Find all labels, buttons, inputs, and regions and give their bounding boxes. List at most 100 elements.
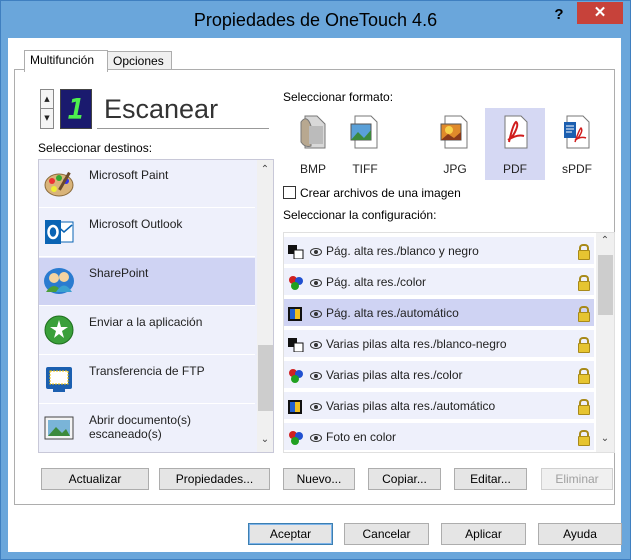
scroll-up-icon[interactable]: ⌃ — [597, 235, 613, 246]
format-jpg[interactable]: JPG — [425, 108, 485, 180]
cancel-button[interactable]: Cancelar — [344, 523, 429, 545]
tab-opciones[interactable]: Opciones — [107, 51, 172, 71]
list-item[interactable]: Transferencia de FTP — [39, 356, 255, 404]
action-name: Escanear — [104, 94, 219, 124]
list-item[interactable]: Varias pilas alta res./blanco-negro — [284, 330, 594, 359]
list-item[interactable]: Foto en color — [284, 423, 594, 452]
jpg-icon — [440, 115, 468, 149]
destination-label: Enviar a la aplicación — [89, 315, 203, 329]
destination-label: Abrir documento(s) escaneado(s) — [89, 413, 192, 441]
title-bar[interactable]: Propiedades de OneTouch 4.6 ? ✕ — [1, 1, 630, 39]
lock-icon — [578, 244, 590, 260]
help-button[interactable]: Ayuda — [538, 523, 622, 545]
ok-button[interactable]: Aceptar — [248, 523, 333, 545]
list-item[interactable]: Varias pilas alta res./color — [284, 361, 594, 390]
scroll-down-icon[interactable]: ⌄ — [257, 434, 273, 445]
list-item[interactable]: Enviar a la aplicación — [39, 307, 255, 355]
format-label-text: BMP — [299, 162, 326, 176]
sharepoint-icon — [44, 268, 74, 294]
open-document-icon — [44, 416, 74, 440]
bmp-icon — [300, 115, 326, 149]
preview-eye-icon[interactable] — [310, 248, 322, 256]
configuration-label-text: Varias pilas alta res./color — [326, 368, 463, 382]
lock-icon — [578, 399, 590, 415]
apply-button[interactable]: Aplicar — [441, 523, 526, 545]
paint-palette-icon — [44, 171, 74, 197]
auto-color-icon — [288, 307, 302, 321]
auto-color-icon — [288, 400, 302, 414]
format-tiff[interactable]: TIFF — [335, 108, 395, 180]
configuration-scrollbar[interactable]: ⌃ ⌄ — [596, 233, 614, 452]
help-title-button[interactable]: ? — [547, 5, 571, 27]
color-icon — [289, 431, 303, 445]
configuration-label-text: Foto en color — [326, 430, 397, 444]
format-label-text: PDF — [503, 162, 527, 176]
list-item[interactable]: Pág. alta res./color — [284, 268, 594, 297]
send-to-app-icon — [44, 315, 74, 345]
format-bmp[interactable]: BMP — [283, 108, 343, 180]
format-label-text: TIFF — [352, 162, 378, 176]
delete-button: Eliminar — [541, 468, 613, 490]
action-number: 1 — [67, 93, 85, 126]
configuration-label: Seleccionar la configuración: — [283, 208, 437, 222]
lock-icon — [578, 430, 590, 446]
lock-icon — [578, 368, 590, 384]
list-item[interactable]: SharePoint — [39, 258, 255, 306]
list-item[interactable]: Pág. alta res./blanco y negro — [284, 237, 594, 266]
list-item[interactable]: Varias pilas alta res./automático — [284, 392, 594, 421]
lock-icon — [578, 337, 590, 353]
tiff-icon — [350, 115, 378, 149]
format-selector: BMP TIFF JPG PDF sPDF — [283, 108, 605, 180]
color-icon — [289, 369, 303, 383]
preview-eye-icon[interactable] — [310, 341, 322, 349]
format-label-text: JPG — [443, 162, 467, 176]
preview-eye-icon[interactable] — [310, 372, 322, 380]
format-label: Seleccionar formato: — [283, 90, 394, 104]
properties-button[interactable]: Propiedades... — [159, 468, 270, 490]
configuration-label-text: Pág. alta res./color — [326, 275, 427, 289]
tab-label: Multifunción — [30, 53, 95, 67]
copy-button[interactable]: Copiar... — [368, 468, 441, 490]
list-item[interactable]: Pág. alta res./automático — [284, 299, 594, 328]
configuration-list[interactable]: Pág. alta res./blanco y negro Pág. alta … — [283, 232, 615, 453]
single-image-label: Crear archivos de una imagen — [300, 186, 461, 200]
preview-eye-icon[interactable] — [310, 434, 322, 442]
scroll-down-icon[interactable]: ⌄ — [597, 433, 613, 444]
refresh-button[interactable]: Actualizar — [41, 468, 149, 490]
preview-eye-icon[interactable] — [310, 403, 322, 411]
new-button[interactable]: Nuevo... — [283, 468, 355, 490]
pdf-icon — [504, 115, 528, 149]
spdf-icon — [564, 115, 590, 149]
single-image-checkbox[interactable] — [283, 186, 296, 199]
list-item[interactable]: Microsoft Paint — [39, 160, 255, 208]
action-underline — [97, 128, 269, 129]
tab-label: Opciones — [113, 54, 164, 68]
format-pdf[interactable]: PDF — [485, 108, 545, 180]
black-white-icon — [288, 245, 304, 259]
close-button[interactable]: ✕ — [577, 2, 623, 24]
scroll-thumb[interactable] — [598, 255, 613, 315]
lock-icon — [578, 275, 590, 291]
window-title: Propiedades de OneTouch 4.6 — [193, 10, 438, 30]
destination-list[interactable]: Microsoft Paint Microsoft Outlook ShareP… — [38, 159, 274, 453]
lock-icon — [578, 306, 590, 322]
format-spdf[interactable]: sPDF — [547, 108, 607, 180]
configuration-label-text: Varias pilas alta res./automático — [326, 399, 496, 413]
spin-down-arrow-icon[interactable]: ▼ — [41, 109, 53, 128]
action-number-display: 1 — [60, 89, 92, 129]
destination-label: Microsoft Paint — [89, 168, 169, 182]
tab-multifuncion-active[interactable]: Multifunción — [24, 50, 108, 72]
preview-eye-icon[interactable] — [310, 310, 322, 318]
list-item[interactable]: Microsoft Outlook — [39, 209, 255, 257]
preview-eye-icon[interactable] — [310, 279, 322, 287]
scroll-up-icon[interactable]: ⌃ — [257, 164, 273, 175]
action-spinner[interactable]: ▲ ▼ — [40, 89, 54, 129]
black-white-icon — [288, 338, 304, 352]
outlook-icon — [45, 220, 74, 244]
scroll-thumb[interactable] — [258, 345, 273, 411]
edit-button[interactable]: Editar... — [454, 468, 527, 490]
spin-up-arrow-icon[interactable]: ▲ — [41, 90, 53, 109]
list-item[interactable]: Abrir documento(s) escaneado(s) — [39, 405, 255, 452]
destination-label: Microsoft Outlook — [89, 217, 183, 231]
destination-scrollbar[interactable]: ⌃ ⌄ — [257, 160, 273, 452]
